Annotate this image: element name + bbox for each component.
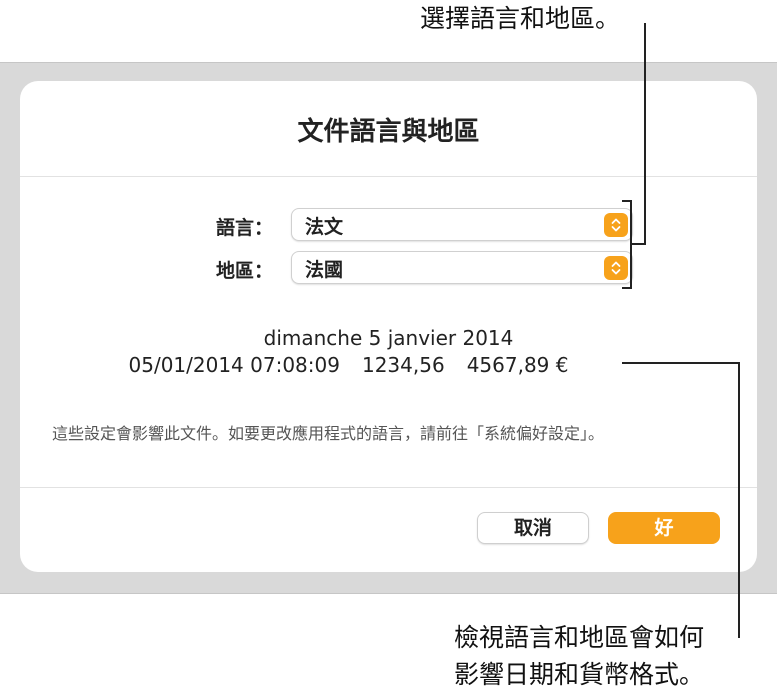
region-popup[interactable]: 法國	[291, 251, 633, 284]
callout-view-formats: 檢視語言和地區會如何 影響日期和貨幣格式。	[454, 619, 704, 693]
leader-bottom-vertical	[738, 362, 740, 638]
leader-bottom-horizontal	[622, 362, 740, 364]
callout-bottom-line1: 檢視語言和地區會如何	[454, 623, 705, 652]
language-label: 語言：	[216, 217, 274, 239]
region-value: 法國	[305, 259, 344, 281]
sample-currency: 4567,89 €	[466, 353, 569, 377]
language-value: 法文	[305, 216, 344, 238]
region-label: 地區：	[216, 260, 274, 282]
footer-divider	[20, 487, 757, 488]
callout-choose-language-region: 選擇語言和地區。	[420, 4, 621, 33]
chevron-up-down-icon	[604, 256, 628, 280]
sample-formats: 05/01/2014 07:08:09 1234,56 4567,89 €	[0, 353, 717, 377]
bracket-bottom-tick	[622, 287, 631, 289]
chevron-up-down-icon	[604, 213, 628, 237]
dialog-title: 文件語言與地區	[297, 117, 480, 147]
callout-bottom-line2: 影響日期和貨幣格式。	[454, 660, 705, 689]
leader-top-vertical	[644, 23, 646, 245]
sample-date: dimanche 5 janvier 2014	[263, 326, 514, 350]
language-region-dialog: 文件語言與地區 語言： 法文 地區： 法國 dimanche 5 janvier…	[20, 81, 757, 572]
cancel-button[interactable]: 取消	[477, 512, 589, 544]
language-popup[interactable]: 法文	[291, 208, 633, 241]
sample-datetime: 05/01/2014 07:08:09	[128, 353, 340, 377]
title-divider	[20, 176, 757, 177]
ok-button[interactable]: 好	[608, 512, 720, 544]
settings-note: 這些設定會影響此文件。如要更改應用程式的語言，請前往「系統偏好設定」。	[52, 424, 605, 443]
sample-number: 1234,56	[361, 353, 445, 377]
